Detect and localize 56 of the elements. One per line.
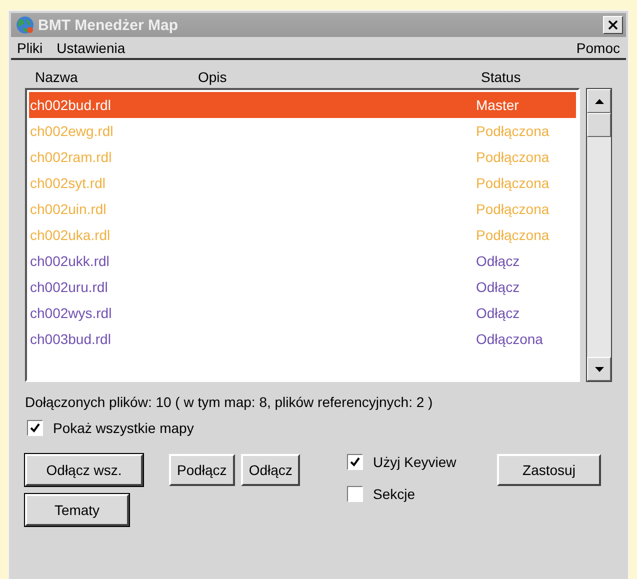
scroll-down-button[interactable] — [587, 357, 611, 381]
window-title: BMT Menedżer Map — [38, 16, 180, 34]
summary-text: Dołączonych plików: 10 ( w tym map: 8, plików referencyjnych: 2 ) — [25, 394, 434, 410]
status-text: Podłączona — [476, 123, 550, 139]
status-text: Podłączona — [476, 149, 550, 165]
status-text: Podłączona — [476, 227, 550, 243]
detach-all-button[interactable]: Odłącz wsz. — [25, 454, 143, 486]
list-row[interactable]: ch002uru.rdl Odłącz — [29, 274, 576, 300]
column-header: Status — [481, 69, 521, 85]
show-all-checkbox[interactable]: Pokaż wszystkie mapy — [27, 420, 612, 436]
list-row[interactable]: ch003bud.rdl Odłączona — [29, 326, 576, 352]
checkbox[interactable] — [347, 454, 363, 470]
list-row[interactable]: ch002ukk.rdl Odłącz — [29, 248, 576, 274]
checkbox-label: Sekcje — [373, 486, 416, 502]
file-name: ch002uru.rdl — [30, 279, 109, 295]
down-arrow-icon — [594, 366, 604, 372]
up-arrow-icon — [594, 98, 604, 104]
list-row[interactable]: ch002wys.rdl Odłącz — [29, 300, 576, 326]
option-checkbox[interactable]: Użyj Keyview — [347, 454, 497, 470]
file-name: ch002wys.rdl — [30, 305, 113, 321]
status-text: Odłącz — [476, 279, 520, 295]
checkbox-label: Użyj Keyview — [373, 454, 456, 470]
scroll-up-button[interactable] — [587, 89, 611, 113]
column-header: Opis — [198, 69, 228, 85]
menu-item[interactable]: Pliki — [17, 40, 43, 56]
file-name: ch002bud.rdl — [30, 97, 112, 113]
file-name: ch002ewg.rdl — [30, 123, 114, 139]
status-text: Odłączona — [476, 331, 543, 347]
scroll-thumb[interactable] — [587, 113, 611, 137]
globe-icon — [14, 15, 36, 35]
menu-item[interactable]: Pomoc — [576, 40, 620, 56]
file-name: ch003bud.rdl — [30, 331, 112, 347]
status-text: Podłączona — [476, 175, 550, 191]
themes-button[interactable]: Tematy — [25, 494, 129, 526]
apply-button[interactable]: Zastosuj — [497, 454, 601, 486]
column-header: Nazwa — [34, 69, 79, 85]
file-name: ch002uin.rdl — [30, 201, 108, 217]
checkbox-label: Pokaż wszystkie mapy — [53, 420, 194, 436]
close-icon — [608, 20, 618, 30]
menu-item[interactable]: Ustawienia — [56, 40, 126, 56]
list-row[interactable]: ch002bud.rdl Master — [29, 92, 576, 118]
scrollbar[interactable] — [586, 88, 612, 382]
status-text: Master — [476, 97, 519, 113]
file-name: ch002ukk.rdl — [30, 253, 110, 269]
file-name: ch002syt.rdl — [30, 175, 106, 191]
option-checkbox[interactable]: Sekcje — [347, 486, 497, 502]
detach-button[interactable]: Odłącz — [240, 454, 300, 486]
file-name: ch002uka.rdl — [30, 227, 112, 243]
status-text: Odłącz — [476, 253, 520, 269]
checkbox[interactable] — [347, 486, 363, 502]
file-name: ch002ram.rdl — [30, 149, 113, 165]
checkbox[interactable] — [27, 420, 43, 436]
status-text: Odłącz — [476, 305, 520, 321]
status-text: Podłączona — [476, 201, 550, 217]
attach-button[interactable]: Podłącz — [169, 454, 235, 486]
close-button[interactable] — [603, 16, 623, 34]
